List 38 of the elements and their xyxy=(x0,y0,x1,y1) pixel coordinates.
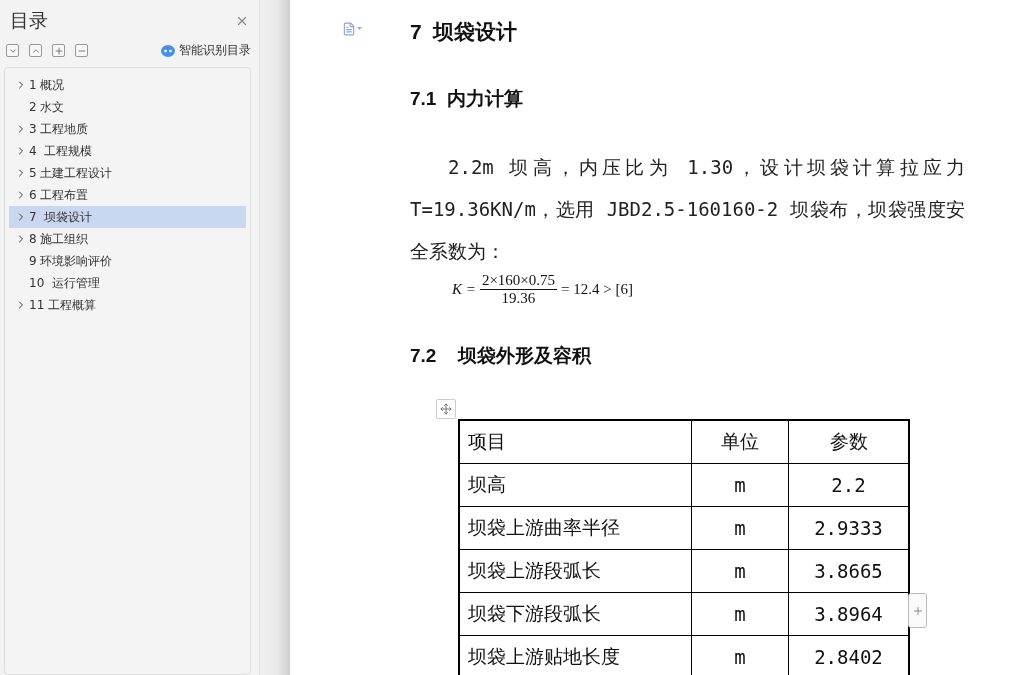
expand-button[interactable] xyxy=(6,44,19,57)
plus-icon xyxy=(53,45,64,56)
body-paragraph: 2.2m 坝高，内压比为 1.30，设计坝袋计算拉应力 T=19.36KN/m，选用 JBD2.5-160160-2 坝袋布，坝袋强度安全系数为： xyxy=(410,155,965,264)
table-cell: 坝高 xyxy=(459,463,692,507)
table-cell: m xyxy=(691,463,789,507)
outline-item[interactable]: 4 工程规模 xyxy=(9,140,246,162)
table-cell: 坝袋上游曲率半径 xyxy=(459,506,692,550)
add-button[interactable] xyxy=(52,44,65,57)
chapter-heading: 7 坝袋设计 xyxy=(410,19,519,45)
close-icon[interactable] xyxy=(235,14,249,28)
outline-item[interactable]: 5 土建工程设计 xyxy=(9,162,246,184)
outline-item[interactable]: 1 概况 xyxy=(9,74,246,96)
table-cell: m xyxy=(691,592,789,636)
plus-icon xyxy=(911,604,924,617)
panel-title: 目录 xyxy=(10,8,48,33)
outline-item[interactable]: 8 施工组织 xyxy=(9,228,246,250)
outline-item[interactable]: 10 运行管理 xyxy=(9,272,246,294)
table-cell: m xyxy=(691,506,789,550)
add-row-button[interactable] xyxy=(908,593,927,628)
move-icon[interactable] xyxy=(436,399,456,419)
table-cell: m xyxy=(691,549,789,593)
table-cell: 坝袋下游段弧长 xyxy=(459,592,692,636)
header-cell: 单位 xyxy=(691,420,789,464)
header-cell: 项目 xyxy=(459,420,692,464)
table-cell: 坝袋上游段弧长 xyxy=(459,549,692,593)
section-heading: 7.1 内力计算 xyxy=(410,87,524,111)
outline-item[interactable]: 11 工程概算 xyxy=(9,294,246,316)
remove-button[interactable] xyxy=(75,44,88,57)
outline-item[interactable]: 3 工程地质 xyxy=(9,118,246,140)
collapse-button[interactable] xyxy=(29,44,42,57)
outline-item[interactable]: 7 坝袋设计 xyxy=(9,206,246,228)
outline-item[interactable]: 2 水文 xyxy=(9,96,246,118)
smart-outline-button[interactable]: 智能识别目录 xyxy=(161,42,251,59)
document-icon[interactable] xyxy=(342,22,362,38)
section-heading: 7.2 坝袋外形及容积 xyxy=(410,344,593,368)
outline-item[interactable]: 9 环境影响评价 xyxy=(9,250,246,272)
outline-item[interactable]: 6 工程布置 xyxy=(9,184,246,206)
robot-icon xyxy=(161,44,175,57)
